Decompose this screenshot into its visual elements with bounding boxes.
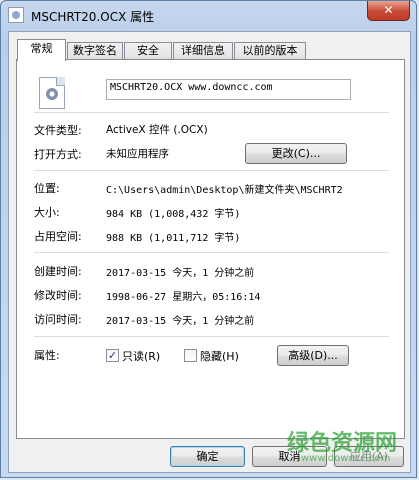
attributes-label: 属性: — [34, 349, 60, 362]
modified-label: 修改时间: — [34, 289, 82, 302]
gear-icon — [46, 88, 58, 100]
ocx-file-icon — [39, 77, 65, 109]
created-value: 2017-03-15 今天，1 分钟之前 — [106, 268, 255, 279]
accessed-value: 2017-03-15 今天，1 分钟之前 — [106, 316, 255, 327]
tab-previous-versions[interactable]: 以前的版本 — [234, 42, 306, 60]
close-button[interactable]: ✕ — [367, 1, 410, 21]
size-on-disk-value: 988 KB (1,011,712 字节) — [106, 233, 241, 244]
accessed-label: 访问时间: — [34, 313, 82, 326]
window-title: MSCHRT20.OCX 属性 — [31, 10, 155, 24]
tab-general[interactable]: 常规 — [17, 39, 66, 61]
tab-security[interactable]: 安全 — [124, 42, 172, 60]
file-type-label: 文件类型: — [34, 124, 82, 137]
separator — [34, 112, 389, 113]
open-with-label: 打开方式: — [34, 148, 82, 161]
watermark-url: www.downcc.com — [301, 453, 391, 464]
created-label: 创建时间: — [34, 265, 82, 278]
ok-button[interactable]: 确定 — [170, 446, 245, 467]
hidden-label: 隐藏(H) — [200, 350, 239, 363]
separator — [34, 336, 389, 337]
size-value: 984 KB (1,008,432 字节) — [106, 209, 241, 220]
separator — [34, 170, 389, 171]
dialog-body: 常规 数字签名 安全 详细信息 以前的版本 MSCHRT20.OCX www.d… — [8, 31, 411, 473]
location-label: 位置: — [34, 182, 60, 195]
open-with-value: 未知应用程序 — [106, 148, 169, 160]
separator — [34, 252, 389, 253]
change-button[interactable]: 更改(C)... — [245, 143, 347, 164]
file-icon — [8, 7, 24, 23]
readonly-checkbox[interactable]: ✓ — [106, 349, 119, 362]
size-on-disk-label: 占用空间: — [34, 230, 82, 243]
title-bar[interactable]: MSCHRT20.OCX 属性 ✕ — [1, 1, 416, 31]
file-type-value: ActiveX 控件 (.OCX) — [106, 124, 208, 136]
advanced-button[interactable]: 高级(D)... — [277, 345, 349, 366]
properties-window: MSCHRT20.OCX 属性 ✕ 常规 数字签名 安全 详细信息 以前的版本 … — [0, 0, 417, 478]
readonly-label: 只读(R) — [122, 350, 161, 363]
modified-value: 1998-06-27 星期六，05:16:14 — [106, 292, 261, 303]
tab-digital-signatures[interactable]: 数字签名 — [67, 42, 123, 60]
general-panel: MSCHRT20.OCX www.downcc.com 文件类型: Active… — [16, 59, 405, 439]
size-label: 大小: — [34, 206, 60, 219]
tab-details[interactable]: 详细信息 — [173, 42, 233, 60]
location-value: C:\Users\admin\Desktop\新建文件夹\MSCHRT2 — [106, 185, 343, 196]
file-name-input[interactable]: MSCHRT20.OCX www.downcc.com — [106, 79, 351, 100]
hidden-checkbox[interactable] — [184, 349, 197, 362]
